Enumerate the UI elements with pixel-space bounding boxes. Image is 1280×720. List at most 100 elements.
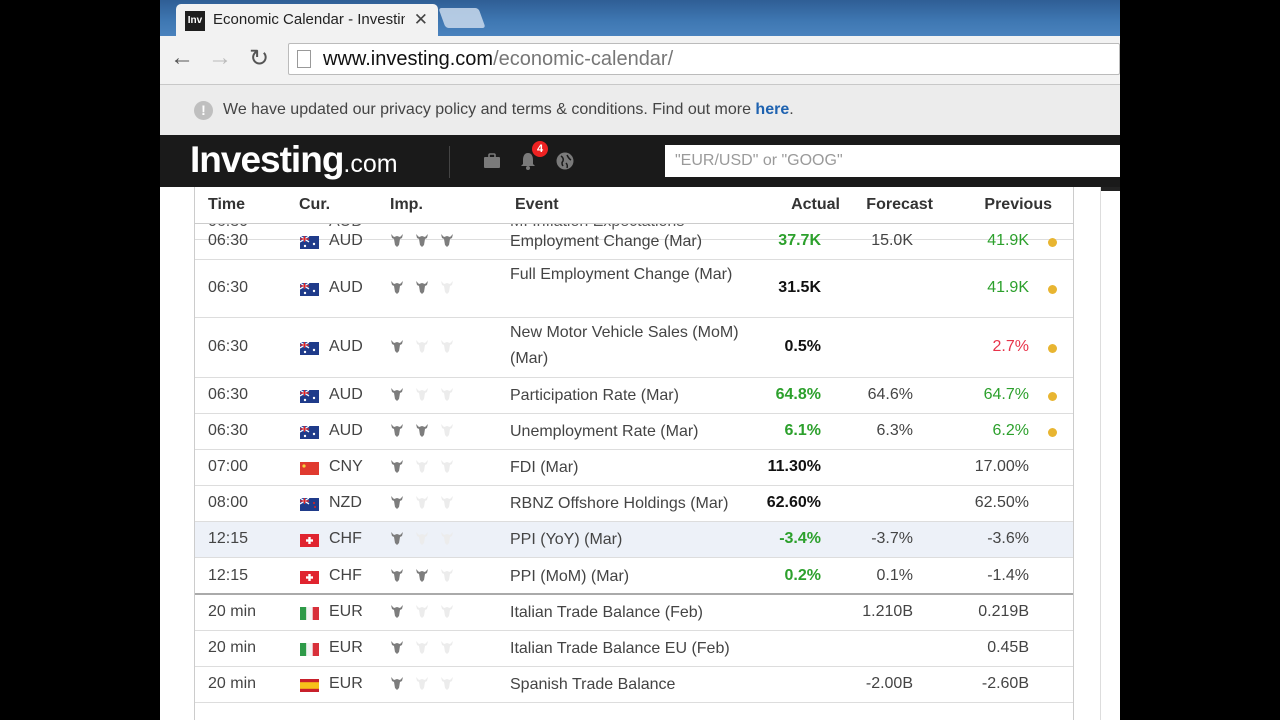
table-row[interactable]: 06:30 AUD Unemployment Rate (Mar) 6.1% 6.3% 6… xyxy=(195,414,1073,450)
header-currency[interactable]: Cur. xyxy=(299,196,330,214)
new-tab-button[interactable] xyxy=(438,8,486,28)
header-importance[interactable]: Imp. xyxy=(390,196,423,214)
row-time: 06:30 xyxy=(208,232,249,249)
row-event[interactable]: FDI (Mar) xyxy=(510,455,755,481)
notice-text: We have updated our privacy policy and t… xyxy=(223,101,794,119)
row-time: 12:15 xyxy=(208,567,249,584)
row-time: 06:30 xyxy=(208,338,249,355)
economic-calendar-table: Time Cur. Imp. Event Actual Forecast Pre… xyxy=(194,187,1074,720)
row-forecast: 64.6% xyxy=(867,386,913,403)
row-event[interactable]: Unemployment Rate (Mar) xyxy=(510,419,755,445)
row-previous: 41.9K xyxy=(987,232,1029,249)
row-time: 20 min xyxy=(208,639,257,656)
row-time: 20 min xyxy=(208,675,257,692)
header-event[interactable]: Event xyxy=(515,196,559,214)
table-row[interactable]: 06:30 AUD Employment Change (Mar) 37.7K 15.0… xyxy=(195,224,1073,260)
logo-main: Investing xyxy=(190,139,344,180)
row-event[interactable]: Full Employment Change (Mar) xyxy=(510,262,755,288)
row-currency: AUD xyxy=(329,279,363,296)
live-indicator-dot xyxy=(1048,428,1057,437)
row-forecast: 15.0K xyxy=(871,232,913,249)
privacy-notice-bar: ! We have updated our privacy policy and… xyxy=(160,85,1120,135)
close-tab-icon[interactable]: ✕ xyxy=(414,10,428,30)
search-input[interactable] xyxy=(665,145,1120,177)
notice-period: . xyxy=(789,101,794,118)
row-currency: CHF xyxy=(329,567,362,584)
table-row[interactable]: 08:00 NZD RBNZ Offshore Holdings (Mar) 62.6… xyxy=(195,486,1073,522)
row-previous: 64.7% xyxy=(983,386,1029,403)
investing-logo[interactable]: Investing.com xyxy=(190,139,398,181)
flag-au-icon xyxy=(300,283,319,296)
row-time: 20 min xyxy=(208,603,257,620)
row-event[interactable]: Employment Change (Mar) xyxy=(510,229,755,255)
header-divider xyxy=(449,146,450,178)
row-currency: EUR xyxy=(329,603,363,620)
row-currency: AUD xyxy=(329,232,363,249)
row-previous: -1.4% xyxy=(987,567,1029,584)
tab-strip: Inv Economic Calendar - Investing.com ✕ xyxy=(160,0,1120,36)
flag-nz-icon xyxy=(300,498,319,511)
notice-here-link[interactable]: here xyxy=(755,101,789,118)
row-time: 12:15 xyxy=(208,530,249,547)
header-previous[interactable]: Previous xyxy=(984,196,1052,214)
flag-ch-icon xyxy=(300,571,319,584)
globe-icon[interactable] xyxy=(555,151,575,171)
table-row[interactable]: 06:30 AUD Participation Rate (Mar) 64.8% 64.… xyxy=(195,378,1073,414)
table-row[interactable]: 07:00 CNY FDI (Mar) 11.30% 17.00% xyxy=(195,450,1073,486)
row-forecast: -3.7% xyxy=(871,530,913,547)
row-event[interactable]: Italian Trade Balance (Feb) xyxy=(510,600,755,626)
table-row[interactable]: 06:30 AUD Full Employment Change (Mar) 31.5… xyxy=(195,260,1073,318)
row-currency: AUD xyxy=(329,422,363,439)
row-currency: CNY xyxy=(329,458,363,475)
reload-icon[interactable]: ↻ xyxy=(249,44,269,73)
briefcase-icon[interactable] xyxy=(482,151,502,171)
row-time: 08:00 xyxy=(208,494,249,511)
back-icon[interactable]: ← xyxy=(170,44,194,72)
row-event[interactable]: PPI (MoM) (Mar) xyxy=(510,564,755,590)
table-row[interactable]: 12:15 CHF PPI (YoY) (Mar) -3.4% -3.7% -3.6% xyxy=(195,522,1073,558)
row-forecast: 0.1% xyxy=(876,567,913,584)
importance-bulls-icon xyxy=(391,605,453,618)
address-bar[interactable]: www.investing.com/economic-calendar/ xyxy=(288,43,1120,75)
flag-cn-icon xyxy=(300,462,319,475)
row-event[interactable]: RBNZ Offshore Holdings (Mar) xyxy=(510,491,755,517)
row-event[interactable]: Participation Rate (Mar) xyxy=(510,383,755,409)
importance-bulls-icon xyxy=(391,569,453,582)
header-actual[interactable]: Actual xyxy=(791,196,840,214)
active-tab[interactable]: Inv Economic Calendar - Investing.com ✕ xyxy=(176,4,438,36)
importance-bulls-icon xyxy=(391,388,453,401)
table-row[interactable]: 20 min EUR Spanish Trade Balance -2.00B -2.6… xyxy=(195,667,1073,703)
live-indicator-dot xyxy=(1048,238,1057,247)
flag-it-icon xyxy=(300,607,319,620)
notification-badge: 4 xyxy=(532,141,548,157)
row-previous: 6.2% xyxy=(992,422,1029,439)
header-time[interactable]: Time xyxy=(208,196,245,214)
row-currency: EUR xyxy=(329,639,363,656)
row-previous: -2.60B xyxy=(981,675,1029,692)
row-event[interactable]: PPI (YoY) (Mar) xyxy=(510,527,755,553)
flag-au-icon xyxy=(300,390,319,403)
flag-ch-icon xyxy=(300,534,319,547)
forward-icon[interactable]: → xyxy=(208,44,232,72)
row-time: 07:00 xyxy=(208,458,249,475)
row-event[interactable]: New Motor Vehicle Sales (MoM) (Mar) xyxy=(510,320,755,372)
importance-bulls-icon xyxy=(391,532,453,545)
row-time: 06:30 xyxy=(208,422,249,439)
row-actual: -3.4% xyxy=(779,530,821,547)
browser-toolbar: ← → ↻ www.investing.com/economic-calenda… xyxy=(160,36,1120,85)
table-row[interactable]: 06:30 AUD New Motor Vehicle Sales (MoM) (M… xyxy=(195,318,1073,378)
header-forecast[interactable]: Forecast xyxy=(866,196,933,214)
row-time: 06:30 xyxy=(208,386,249,403)
importance-bulls-icon xyxy=(391,340,453,353)
table-row[interactable]: 12:15 CHF PPI (MoM) (Mar) 0.2% 0.1% -1.4% xyxy=(195,558,1073,595)
row-event[interactable]: Spanish Trade Balance xyxy=(510,672,755,698)
row-event[interactable]: Italian Trade Balance EU (Feb) xyxy=(510,636,755,662)
importance-bulls-icon xyxy=(391,234,453,247)
live-indicator-dot xyxy=(1048,285,1057,294)
table-row[interactable]: 20 min EUR Italian Trade Balance EU (Feb) 0… xyxy=(195,631,1073,667)
importance-bulls-icon xyxy=(391,460,453,473)
row-currency: CHF xyxy=(329,530,362,547)
row-previous: 41.9K xyxy=(987,279,1029,296)
table-row[interactable]: 20 min EUR Italian Trade Balance (Feb) 1.21… xyxy=(195,595,1073,631)
importance-bulls-icon xyxy=(391,641,453,654)
